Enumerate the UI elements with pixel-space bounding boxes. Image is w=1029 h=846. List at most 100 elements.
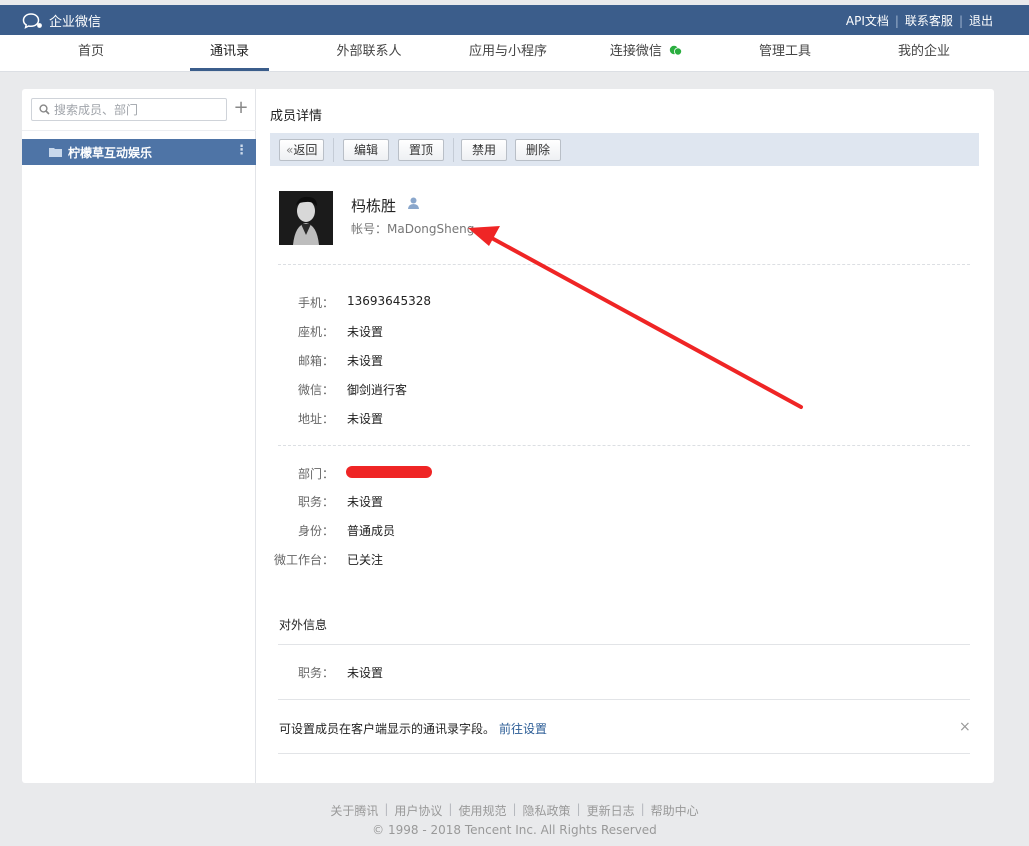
edit-button[interactable]: 编辑 (343, 139, 390, 161)
divider (278, 644, 970, 645)
footer-link-changelog[interactable]: 更新日志 (587, 802, 635, 819)
divider (278, 445, 970, 446)
search-input[interactable] (54, 101, 222, 118)
go-settings-link[interactable]: 前往设置 (499, 722, 547, 736)
logout-link[interactable]: 退出 (969, 12, 993, 29)
identity-label: 身份： (297, 524, 334, 538)
landline-value: 未设置 (347, 325, 384, 339)
member-detail: 成员详情 «返回 编辑 置顶 禁用 删除 杩栋胜 帐号：MaDongSheng (270, 89, 980, 783)
copyright: © 1998 - 2018 Tencent Inc. All Rights Re… (372, 823, 657, 837)
external-position-value: 未设置 (347, 666, 384, 680)
mobile-label: 手机： (297, 296, 334, 310)
divider: | (894, 13, 899, 28)
divider (22, 130, 256, 131)
footer-links: 关于腾讯 | 用户协议 | 使用规范 | 隐私政策 | 更新日志 | 帮助中心 (0, 802, 1029, 819)
tab-apps[interactable]: 应用与小程序 (460, 35, 556, 71)
info-row-identity: 身份： 普通成员 (270, 522, 670, 540)
department-label: 部门： (297, 467, 334, 481)
email-value: 未设置 (347, 354, 384, 368)
info-row-external-position: 职务： 未设置 (270, 664, 670, 682)
info-row-email: 邮箱： 未设置 (270, 352, 670, 370)
landline-label: 座机： (297, 325, 334, 339)
page-title: 成员详情 (270, 109, 323, 124)
more-icon[interactable]: ⋮ (235, 143, 248, 158)
info-row-department: 部门： (270, 465, 670, 483)
info-row-landline: 座机： 未设置 (270, 323, 670, 341)
tab-my-enterprise[interactable]: 我的企业 (885, 35, 963, 71)
position-value: 未设置 (347, 495, 384, 509)
footer-link-rules[interactable]: 使用规范 (458, 802, 506, 819)
address-label: 地址： (297, 412, 334, 426)
member-name: 杩栋胜 (351, 197, 397, 215)
member-search[interactable] (31, 98, 227, 121)
footer-link-privacy[interactable]: 隐私政策 (523, 802, 571, 819)
app-name: 企业微信 (49, 15, 102, 30)
close-icon[interactable]: × (959, 719, 971, 735)
tab-home[interactable]: 首页 (60, 35, 122, 71)
tab-management-tools[interactable]: 管理工具 (746, 35, 824, 71)
back-button[interactable]: «返回 (279, 139, 325, 161)
search-icon (39, 104, 50, 115)
top-bar: 企业微信 API文档 | 联系客服 | 退出 (0, 5, 1029, 35)
info-row-position: 职务： 未设置 (270, 493, 670, 511)
person-icon (408, 197, 419, 209)
settings-tip-text: 可设置成员在客户端显示的通讯录字段。 (279, 722, 496, 736)
workbench-label: 微工作台： (273, 553, 334, 567)
tab-connect-wechat-label: 连接微信 (609, 44, 662, 59)
delete-button[interactable]: 删除 (515, 139, 562, 161)
pin-button[interactable]: 置顶 (398, 139, 445, 161)
info-row-workbench: 微工作台： 已关注 (270, 551, 670, 569)
divider (278, 753, 970, 754)
divider (278, 264, 970, 265)
divider (453, 138, 454, 162)
divider: | (448, 802, 453, 816)
tab-connect-wechat[interactable]: 连接微信 (603, 35, 689, 71)
redaction-mark (346, 466, 432, 478)
divider (333, 138, 334, 162)
divider: | (958, 13, 963, 28)
position-label: 职务： (297, 495, 334, 509)
divider: | (640, 802, 645, 816)
email-label: 邮箱： (297, 354, 334, 368)
external-info-title: 对外信息 (279, 618, 328, 632)
main-nav: 首页 通讯录 外部联系人 应用与小程序 连接微信 管理工具 我的企业 (0, 35, 1029, 72)
divider: | (384, 802, 389, 816)
avatar (279, 191, 333, 245)
wechat-icon (669, 45, 683, 56)
divider: | (512, 802, 517, 816)
wechat-label: 微信： (297, 383, 334, 397)
external-position-label: 职务： (297, 666, 334, 680)
workbench-value: 已关注 (347, 553, 384, 567)
tab-external-contacts[interactable]: 外部联系人 (326, 35, 412, 71)
app-logo[interactable]: 企业微信 (22, 11, 101, 30)
tab-contacts[interactable]: 通讯录 (190, 35, 269, 71)
divider (278, 699, 970, 700)
mobile-value: 13693645328 (347, 294, 431, 308)
main-panel: + 柠檬草互动娱乐 ⋮ 成员详情 «返回 编辑 置顶 禁用 删除 (22, 89, 994, 783)
identity-value: 普通成员 (347, 524, 396, 538)
footer-link-help[interactable]: 帮助中心 (651, 802, 699, 819)
divider: | (576, 802, 581, 816)
address-value: 未设置 (347, 412, 384, 426)
detail-toolbar: «返回 编辑 置顶 禁用 删除 (270, 133, 979, 166)
wechat-value: 御剑逍行客 (347, 383, 408, 397)
top-links: API文档 | 联系客服 | 退出 (846, 12, 993, 29)
api-docs-link[interactable]: API文档 (846, 12, 889, 29)
member-account: 帐号：MaDongSheng (351, 222, 475, 236)
footer: 关于腾讯 | 用户协议 | 使用规范 | 隐私政策 | 更新日志 | 帮助中心 … (0, 802, 1029, 837)
info-row-mobile: 手机： 13693645328 (270, 294, 670, 312)
back-label: 返回 (293, 143, 318, 157)
wecom-logo-icon (22, 12, 42, 29)
info-row-address: 地址： 未设置 (270, 410, 670, 428)
org-sidebar: + 柠檬草互动娱乐 ⋮ (22, 89, 256, 783)
contact-support-link[interactable]: 联系客服 (905, 12, 953, 29)
footer-link-about[interactable]: 关于腾讯 (330, 802, 378, 819)
department-name: 柠檬草互动娱乐 (68, 146, 153, 160)
info-row-wechat: 微信： 御剑逍行客 (270, 381, 670, 399)
add-icon[interactable]: + (232, 98, 250, 120)
settings-tip: 可设置成员在客户端显示的通讯录字段。 前往设置 (279, 720, 547, 737)
disable-button[interactable]: 禁用 (461, 139, 508, 161)
footer-link-agreement[interactable]: 用户协议 (394, 802, 442, 819)
department-item[interactable]: 柠檬草互动娱乐 ⋮ (22, 139, 256, 165)
folder-icon (49, 148, 62, 157)
